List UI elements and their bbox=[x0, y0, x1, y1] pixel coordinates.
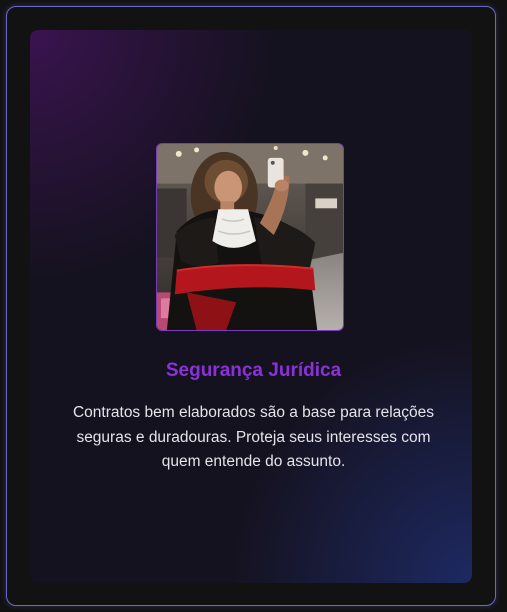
card-description: Contratos bem elaborados são a base para… bbox=[72, 404, 435, 470]
card-title: Segurança Jurídica bbox=[165, 360, 342, 381]
profile-photo bbox=[156, 143, 344, 331]
photo-illustration bbox=[157, 144, 343, 330]
